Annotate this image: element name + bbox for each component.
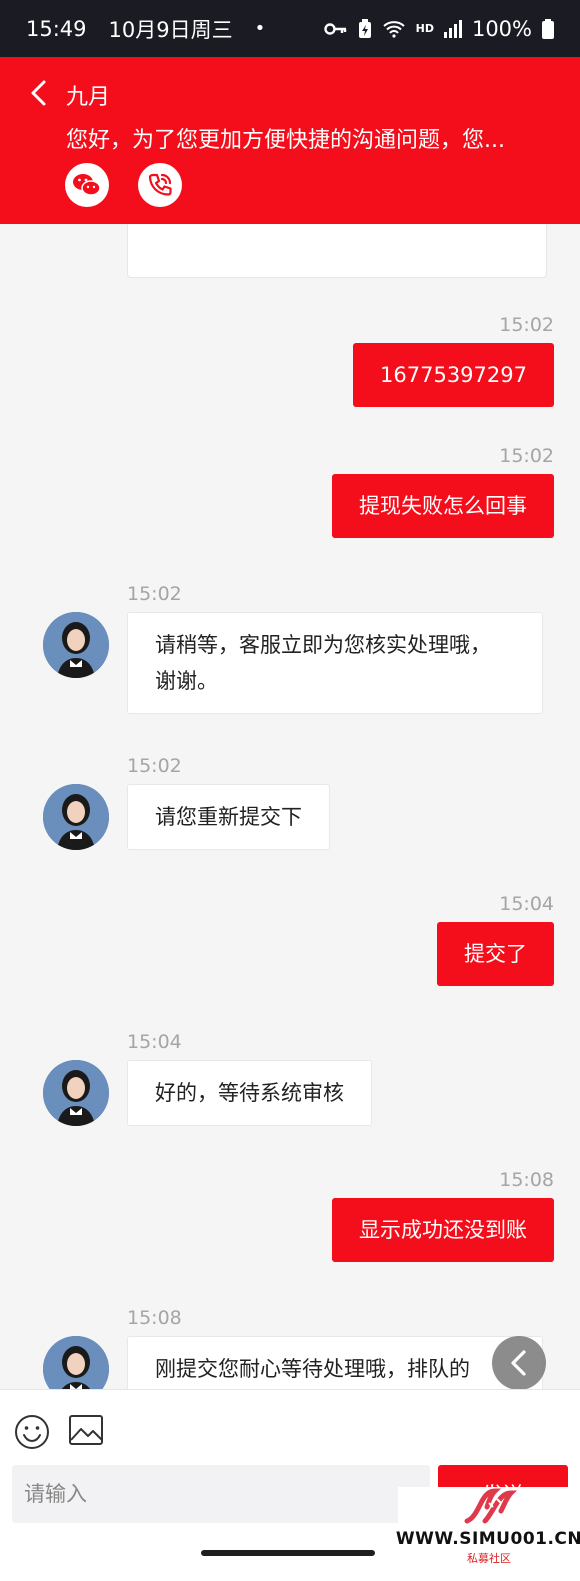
battery-saver-icon bbox=[358, 18, 372, 39]
status-time: 15:49 bbox=[26, 16, 87, 41]
message-bubble-incoming: 好的，等待系统审核 bbox=[127, 1060, 372, 1126]
back-button[interactable] bbox=[26, 79, 52, 107]
message-line: 谢谢。 bbox=[155, 669, 218, 693]
phone-icon bbox=[148, 173, 172, 196]
message-time: 15:04 bbox=[499, 893, 554, 915]
agent-avatar bbox=[43, 784, 109, 850]
agent-avatar bbox=[43, 612, 109, 678]
status-date: 10月9日周三 bbox=[108, 17, 233, 42]
message-bubble-incoming: 刚提交您耐心等待处理哦，排队的 bbox=[127, 1336, 543, 1389]
watermark-subtext: 私募社区 bbox=[467, 1552, 511, 1565]
status-dot: • bbox=[254, 18, 266, 39]
home-indicator[interactable] bbox=[201, 1550, 375, 1556]
chevron-left-icon bbox=[511, 1350, 526, 1376]
chevron-left-icon bbox=[31, 80, 46, 106]
message-bubble-outgoing: 16775397297 bbox=[353, 343, 554, 407]
message-time: 15:02 bbox=[127, 583, 182, 605]
emoji-icon bbox=[15, 1415, 49, 1449]
message-time: 15:04 bbox=[127, 1031, 182, 1053]
header-notice: 您好，为了您更加方便快捷的沟通问题，您... bbox=[66, 128, 505, 153]
wifi-icon bbox=[382, 20, 406, 38]
watermark-logo-icon bbox=[464, 1488, 518, 1524]
wechat-icon bbox=[73, 174, 101, 196]
message-bubble-outgoing: 提交了 bbox=[437, 922, 554, 986]
watermark: WWW.SIMU001.CN 私募社区 bbox=[395, 1487, 580, 1581]
message-time: 15:08 bbox=[499, 1169, 554, 1191]
contact-name: 九月 bbox=[66, 85, 111, 110]
image-button[interactable] bbox=[68, 1414, 104, 1450]
message-time: 15:02 bbox=[127, 755, 182, 777]
message-time: 15:02 bbox=[499, 445, 554, 467]
image-icon bbox=[69, 1415, 103, 1445]
status-icons: HD 100% bbox=[323, 16, 554, 41]
message-bubble-incoming: 请您重新提交下 bbox=[127, 784, 330, 850]
agent-avatar bbox=[43, 1336, 109, 1389]
battery-icon bbox=[542, 18, 554, 39]
message-time: 15:02 bbox=[499, 314, 554, 336]
message-time: 15:08 bbox=[127, 1307, 182, 1329]
wechat-button[interactable] bbox=[65, 163, 109, 207]
battery-level: 100% bbox=[471, 16, 532, 41]
message-bubble-outgoing: 提现失败怎么回事 bbox=[332, 474, 554, 538]
floating-back-button[interactable] bbox=[492, 1336, 546, 1390]
message-input[interactable] bbox=[12, 1465, 430, 1523]
emoji-button[interactable] bbox=[14, 1414, 50, 1454]
network-type: HD bbox=[415, 22, 434, 35]
chat-header: 九月 您好，为了您更加方便快捷的沟通问题，您... bbox=[0, 57, 580, 224]
watermark-text: WWW.SIMU001.CN bbox=[395, 1529, 580, 1549]
chat-messages[interactable]: 15:02 16775397297 15:02 提现失败怎么回事 15:02 请… bbox=[0, 224, 580, 1389]
status-bar: 15:49 10月9日周三 • HD 100% bbox=[0, 0, 580, 57]
signal-icon bbox=[443, 19, 462, 38]
message-bubble-outgoing: 显示成功还没到账 bbox=[332, 1198, 554, 1262]
agent-avatar bbox=[43, 1060, 109, 1126]
message-line: 请稍等，客服立即为您核实处理哦， bbox=[155, 633, 491, 657]
message-bubble-incoming: 请稍等，客服立即为您核实处理哦， 谢谢。 bbox=[127, 612, 543, 714]
call-button[interactable] bbox=[138, 163, 182, 207]
message-bubble-partial bbox=[127, 224, 547, 278]
key-icon bbox=[323, 22, 348, 36]
